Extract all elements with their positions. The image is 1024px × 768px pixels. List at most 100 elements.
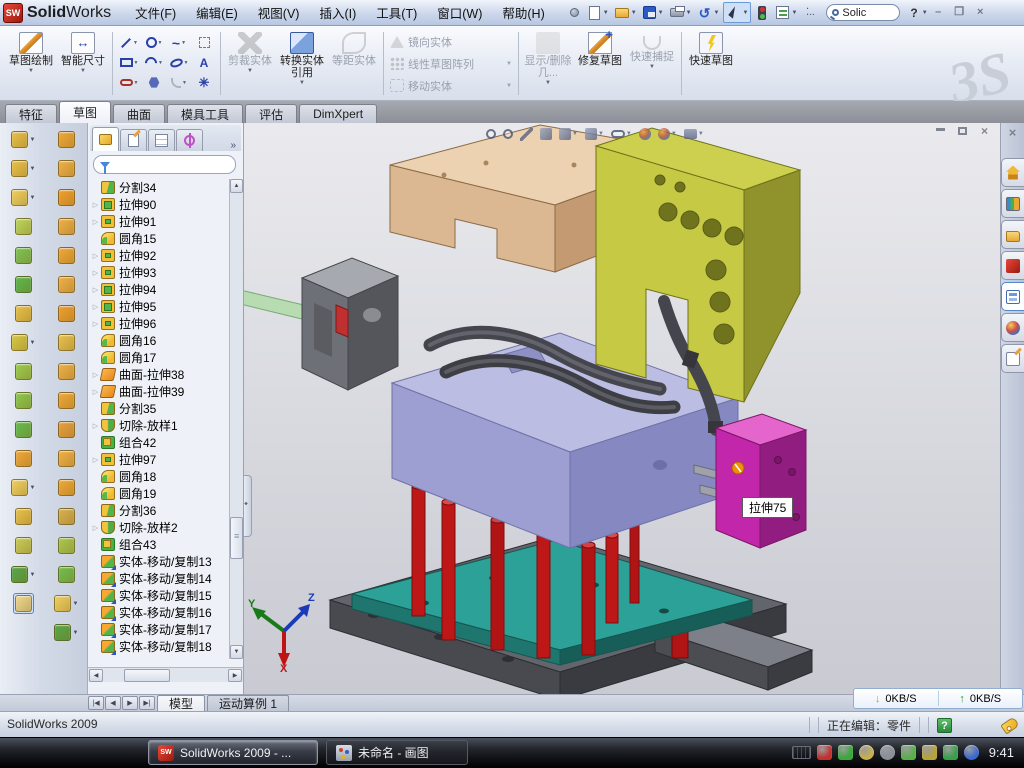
panel-tab-featuremanager-design-tree[interactable] (92, 127, 119, 151)
move-copy-body-button[interactable] (13, 448, 34, 469)
print-button[interactable]: ▼ (667, 2, 694, 23)
view-settings-button[interactable]: ▼ (773, 3, 799, 22)
panel-tab-configurationmanager[interactable] (148, 129, 175, 151)
tray-defender-shield-icon[interactable] (838, 745, 853, 760)
taskbar-window-1[interactable]: SWSolidWorks 2009 - ... (148, 740, 318, 765)
feature-tree-item[interactable]: 圆角19 (90, 485, 228, 502)
caret-icon[interactable]: ▼ (626, 131, 632, 137)
revolved-surface-button[interactable] (56, 158, 77, 179)
zoom-area-button[interactable] (503, 129, 513, 139)
taskpane-tab-solidworks-search[interactable] (1001, 251, 1024, 280)
feature-tree-item[interactable]: 实体-移动/复制15 (90, 587, 228, 604)
taskpane-tab-appearances-scenes[interactable] (1001, 313, 1024, 342)
caret-icon[interactable]: ▼ (73, 601, 79, 607)
feature-tree-horizontal-scrollbar[interactable]: ◀ ▶ (88, 667, 243, 682)
caret-icon[interactable]: ▼ (698, 131, 704, 137)
caret-icon[interactable]: ▼ (30, 137, 36, 143)
feature-tree-filter-input[interactable] (93, 155, 236, 174)
zoom-to-selection-button[interactable] (520, 128, 533, 141)
feature-tree-item[interactable]: ▷拉伸91 (90, 213, 228, 230)
feature-tree-item[interactable]: 分割36 (90, 502, 228, 519)
document-close-button[interactable]: × (977, 125, 992, 138)
ribbon-button-sketch[interactable]: 草图绘制▼ (6, 29, 56, 98)
apply-scene-button[interactable]: ▼ (658, 128, 677, 140)
linear-pattern-button[interactable]: ▼ (9, 332, 38, 353)
caret-icon[interactable]: ▼ (671, 131, 677, 137)
sketch-fillet-button[interactable]: ▼ (167, 73, 191, 92)
point-button[interactable]: ✳ (192, 73, 216, 92)
caret-icon[interactable]: ▼ (30, 572, 36, 578)
gray-clamp-part[interactable] (302, 258, 398, 390)
ellipse-button[interactable]: ▼ (167, 53, 191, 72)
feature-tree-item[interactable]: ▷拉伸96 (90, 315, 228, 332)
search-input[interactable]: Solic (842, 7, 866, 19)
reference-geometry-2-button[interactable]: ▼ (52, 593, 81, 614)
tray-pc-suite-icon[interactable] (964, 745, 979, 760)
feature-tree-item[interactable]: ▷拉伸95 (90, 298, 228, 315)
feature-tree-vertical-scrollbar[interactable]: ▲ ▼ (229, 179, 243, 659)
feature-tree-item[interactable]: ▷切除-放样2 (90, 519, 228, 536)
menu-item[interactable]: 文件(F) (125, 0, 186, 25)
tab-模具工具[interactable]: 模具工具 (167, 104, 243, 123)
feature-tree-item[interactable]: 实体-移动/复制13 (90, 553, 228, 570)
caret-icon[interactable]: ▼ (30, 485, 36, 491)
fillet-button[interactable]: ▼ (9, 187, 38, 208)
hole-wizard-button[interactable] (13, 303, 34, 324)
text-button[interactable]: A (192, 53, 216, 72)
doc-tab-模型[interactable]: 模型 (157, 695, 205, 711)
tray-health-monitor-icon[interactable] (943, 745, 958, 760)
open-button[interactable]: ▼ (612, 3, 639, 23)
taskpane-tab-solidworks-resources[interactable] (1001, 158, 1024, 187)
shell-button[interactable] (13, 216, 34, 237)
taskpane-tab-view-palette[interactable] (1001, 282, 1024, 311)
planar-surface-button[interactable] (56, 303, 77, 324)
caret-icon[interactable]: ▼ (30, 340, 36, 346)
expand-arrow-icon[interactable]: ▷ (90, 269, 101, 277)
expand-arrow-icon[interactable]: ▷ (90, 303, 101, 311)
restore-button[interactable]: ❐ (951, 5, 968, 20)
caret-icon[interactable]: ▼ (572, 131, 578, 137)
caret-icon[interactable]: ▼ (30, 166, 36, 172)
axis-button[interactable] (13, 535, 34, 556)
feature-tree-item[interactable]: 分割34 (90, 179, 228, 196)
options-traffic-light-button[interactable] (752, 3, 772, 23)
reference-geometry-button[interactable]: ▼ (9, 477, 38, 498)
feature-tree-item[interactable]: 圆角16 (90, 332, 228, 349)
feature-tree-item[interactable]: 实体-移动/复制14 (90, 570, 228, 587)
scroll-down-arrow[interactable]: ▼ (230, 645, 243, 659)
feature-tree-item[interactable]: ▷拉伸94 (90, 281, 228, 298)
ribbon-button-smart-dimension[interactable]: ↔智能尺寸▼ (58, 29, 108, 98)
tab-DimXpert[interactable]: DimXpert (299, 104, 377, 123)
quick-tips-help-icon[interactable]: ? (937, 718, 952, 733)
arc-button[interactable]: ▼ (142, 53, 166, 72)
caret-icon[interactable]: ▼ (598, 131, 604, 137)
help-caret-icon[interactable]: ▼ (922, 10, 928, 16)
taskpane-tab-design-library[interactable] (1001, 189, 1024, 218)
ribbon-button-repair-sketch[interactable]: 修复草图 (575, 29, 625, 98)
document-minimize-button[interactable] (933, 125, 948, 138)
tray-certificate-icon[interactable] (859, 745, 874, 760)
feature-tree-item[interactable]: 组合42 (90, 434, 228, 451)
rectangle-button[interactable]: ▼ (117, 53, 141, 72)
thicken-button[interactable] (56, 535, 77, 556)
zoom-fit-button[interactable] (486, 129, 496, 139)
tray-volume-icon[interactable] (880, 745, 895, 760)
ruled-surface-button[interactable] (56, 390, 77, 411)
minimize-button[interactable]: – (930, 5, 947, 20)
expand-arrow-icon[interactable]: ▷ (90, 218, 101, 226)
scroll-up-arrow[interactable]: ▲ (230, 179, 243, 193)
section-view-button[interactable] (540, 128, 552, 140)
feature-tree-item[interactable]: 实体-移动/复制17 (90, 621, 228, 638)
feature-tree-item[interactable]: 圆角15 (90, 230, 228, 247)
polygon-button[interactable] (142, 73, 166, 92)
help-button[interactable]: ? (906, 6, 921, 20)
instant3d-button[interactable] (13, 593, 34, 614)
extended-surface-button[interactable] (56, 187, 77, 208)
doc-tab-运动算例 1[interactable]: 运动算例 1 (207, 695, 289, 711)
taskpane-tab-custom-properties[interactable] (1001, 344, 1024, 373)
feature-tree-item[interactable]: 组合43 (90, 536, 228, 553)
taskbar-clock[interactable]: 9:41 (989, 745, 1014, 760)
panel-splitter-handle[interactable] (244, 475, 252, 537)
feature-tree-item[interactable]: ▷切除-放样1 (90, 417, 228, 434)
tab-nav-button-1[interactable]: ◀ (105, 696, 121, 710)
